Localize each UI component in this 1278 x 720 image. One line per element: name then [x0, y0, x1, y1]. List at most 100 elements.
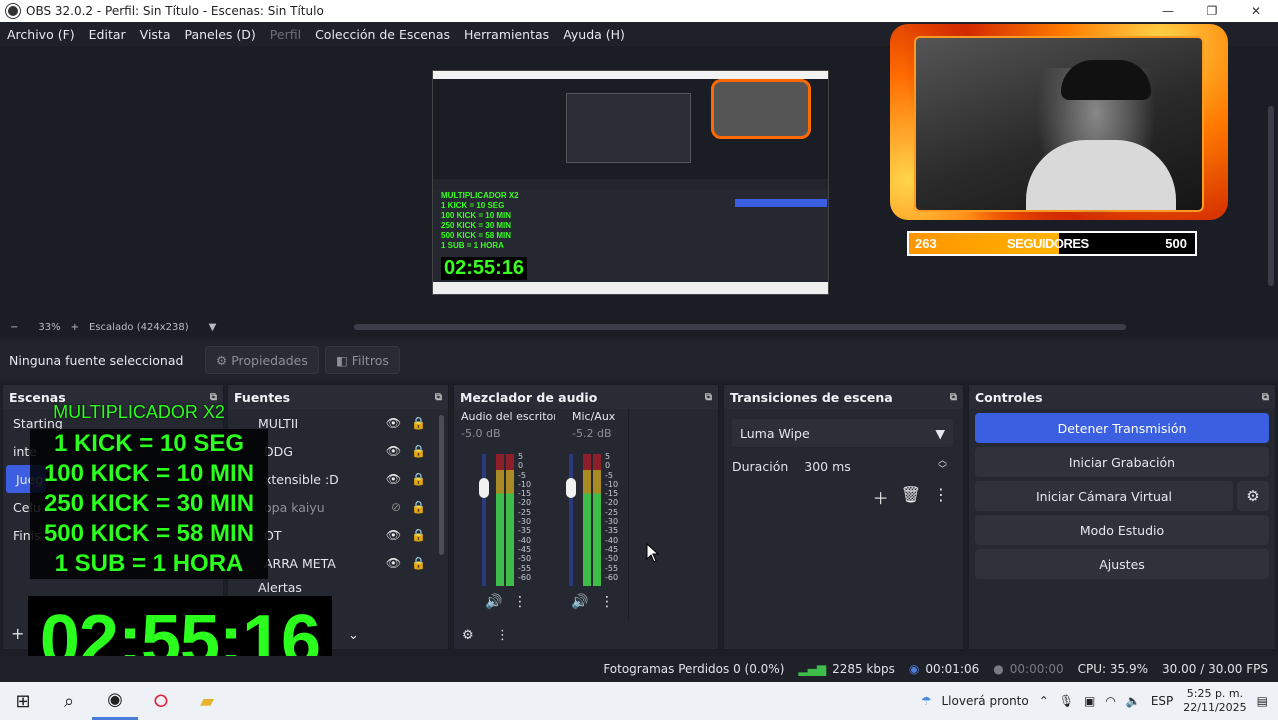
source-toolbar: Ninguna fuente seleccionad ⚙ Propiedades… [0, 340, 1278, 380]
fps-readout: 30.00 / 30.00 FPS [1162, 662, 1268, 676]
add-scene-button[interactable]: + [11, 624, 24, 643]
stop-streaming-button[interactable]: Detener Transmisión [975, 413, 1269, 443]
volume-icon[interactable]: 🔈 [1126, 694, 1141, 708]
restore-button[interactable]: ❐ [1190, 0, 1234, 22]
controls-dock: Controles ⧉ Detener Transmisión Iniciar … [968, 384, 1276, 650]
eye-icon[interactable]: 👁 [386, 472, 401, 486]
preview-vertical-scrollbar[interactable] [1268, 106, 1274, 286]
signal-bars-icon: ▂▄▆ [798, 662, 827, 676]
scaling-dropdown-icon[interactable]: ▼ [209, 322, 217, 333]
lock-icon[interactable]: 🔒 [411, 472, 426, 486]
studio-mode-button[interactable]: Modo Estudio [975, 515, 1269, 545]
undock-icon[interactable]: ⧉ [435, 392, 442, 403]
duration-spinbox[interactable]: 300 ms ︿ ﹀ [798, 453, 953, 479]
lock-icon[interactable]: 🔒 [411, 500, 426, 514]
settings-button[interactable]: Ajustes [975, 549, 1269, 579]
preview-horizontal-scrollbar[interactable] [354, 324, 1126, 330]
zoom-out-button[interactable]: − [10, 322, 18, 333]
transition-select[interactable]: Luma Wipe ▼ [732, 419, 953, 447]
lock-icon[interactable]: 🔒 [411, 416, 426, 430]
volume-fader-mic[interactable] [569, 454, 573, 586]
db-scale: 5 0 -5 -10 -15 -20 -25 -30 -35 -40 -45 -50 -55 -60 [605, 452, 618, 582]
obs-logo-icon [6, 4, 20, 18]
mixer-menu-icon[interactable]: ⋮ [496, 628, 509, 643]
nested-menubar [433, 71, 828, 79]
fader-knob-mic[interactable] [566, 478, 576, 498]
db-scale-tick: 0 [518, 461, 524, 471]
nested-green-line: 500 KICK = 58 MIN [441, 231, 512, 240]
source-label: DDG [264, 443, 293, 459]
eye-icon[interactable]: 👁 [386, 556, 401, 570]
volume-fader-desktop[interactable] [482, 454, 486, 586]
speaker-icon[interactable]: 🔊 [485, 594, 502, 610]
search-icon[interactable]: ⌕ [46, 682, 92, 720]
minimize-button[interactable]: — [1146, 0, 1190, 22]
nested-green-line: 1 SUB = 1 HORA [441, 241, 504, 250]
lock-icon[interactable]: 🔒 [411, 556, 426, 570]
trash-icon[interactable]: 🗑 [901, 485, 921, 509]
level-bar [593, 454, 601, 586]
menu-vista[interactable]: Vista [140, 27, 171, 42]
db-scale-tick: -15 [605, 489, 619, 499]
record-time-indicator: ● 00:00:00 [993, 662, 1063, 676]
menu-paneles[interactable]: Paneles (D) [185, 27, 256, 42]
start-recording-button[interactable]: Iniciar Grabación [975, 447, 1269, 477]
spin-arrows-icon[interactable]: ︿ ﹀ [938, 457, 947, 475]
channel-menu-icon[interactable]: ⋮ [513, 594, 527, 610]
windows-start-icon[interactable]: ⊞ [0, 682, 46, 720]
more-icon[interactable]: ⋮ [933, 485, 949, 509]
microphone-icon[interactable]: 🎙 [1059, 694, 1074, 708]
chevron-up-icon[interactable]: ⌃ [1039, 694, 1049, 708]
undock-icon[interactable]: ⧉ [705, 392, 712, 403]
weather-text[interactable]: Lloverá pronto [942, 694, 1029, 708]
obs-taskbar-icon[interactable]: ◉ [92, 682, 138, 720]
filters-button[interactable]: ◧ Filtros [324, 346, 400, 374]
menu-herramientas[interactable]: Herramientas [464, 27, 549, 42]
undock-icon[interactable]: ⧉ [1262, 392, 1269, 403]
eye-hidden-icon[interactable]: ⊘ [391, 500, 401, 514]
wifi-icon[interactable]: ◠ [1105, 694, 1115, 708]
eye-icon[interactable]: 👁 [386, 528, 401, 542]
menu-ayuda[interactable]: Ayuda (H) [563, 27, 625, 42]
zoom-level: 33% [38, 321, 61, 333]
db-scale-tick: -10 [518, 479, 532, 489]
lock-icon[interactable]: 🔒 [411, 528, 426, 542]
overlay-line: 100 KICK = 10 MIN [30, 459, 268, 489]
menu-perfil[interactable]: Perfil [270, 27, 301, 42]
folder-taskbar-icon[interactable]: ▰ [184, 682, 230, 720]
weather-icon[interactable]: ☂ [921, 694, 932, 708]
zoom-in-button[interactable]: + [71, 322, 79, 333]
opera-taskbar-icon[interactable]: ⭘ [138, 682, 184, 720]
streamer-cap [1061, 60, 1151, 100]
menu-editar[interactable]: Editar [89, 27, 126, 42]
language-indicator[interactable]: ESP [1151, 694, 1173, 708]
clock-time: 5:25 p. m. [1186, 687, 1244, 700]
channel-menu-icon[interactable]: ⋮ [600, 594, 614, 610]
dropped-frames: Fotogramas Perdidos 0 (0.0%) [603, 662, 785, 676]
db-scale-tick: -55 [518, 563, 532, 573]
speaker-icon[interactable]: 🔊 [571, 594, 588, 610]
lock-icon[interactable]: 🔒 [411, 444, 426, 458]
mixer-settings-icon[interactable]: ⚙ [462, 628, 474, 643]
undock-icon[interactable]: ⧉ [950, 392, 957, 403]
close-button[interactable]: ✕ [1234, 0, 1278, 22]
chevron-down-icon: ▼ [935, 425, 945, 441]
mouse-cursor-icon [646, 543, 660, 563]
start-virtual-camera-button[interactable]: Iniciar Cámara Virtual [975, 481, 1233, 511]
camera-icon[interactable]: ▣ [1084, 694, 1095, 708]
cpu-usage: CPU: 35.9% [1077, 662, 1149, 676]
sources-scrollbar[interactable] [439, 415, 444, 555]
notifications-icon[interactable]: ▤ [1257, 694, 1268, 708]
source-item[interactable]: Alertas [228, 577, 448, 597]
add-icon[interactable]: ＋ [873, 485, 889, 509]
eye-icon[interactable]: 👁 [386, 444, 401, 458]
clock[interactable]: 5:25 p. m. 22/11/2025 [1183, 687, 1246, 715]
eye-icon[interactable]: 👁 [386, 416, 401, 430]
properties-button[interactable]: ⚙ Propiedades [205, 346, 319, 374]
nested-green-line: MULTIPLICADOR X2 [441, 191, 519, 200]
menu-coleccion-escenas[interactable]: Colección de Escenas [315, 27, 450, 42]
gear-icon[interactable]: ⚙ [1237, 481, 1269, 511]
chevron-down-icon[interactable]: ⌄ [348, 628, 359, 643]
menu-archivo[interactable]: Archivo (F) [7, 27, 75, 42]
fader-knob-desktop[interactable] [479, 478, 489, 498]
